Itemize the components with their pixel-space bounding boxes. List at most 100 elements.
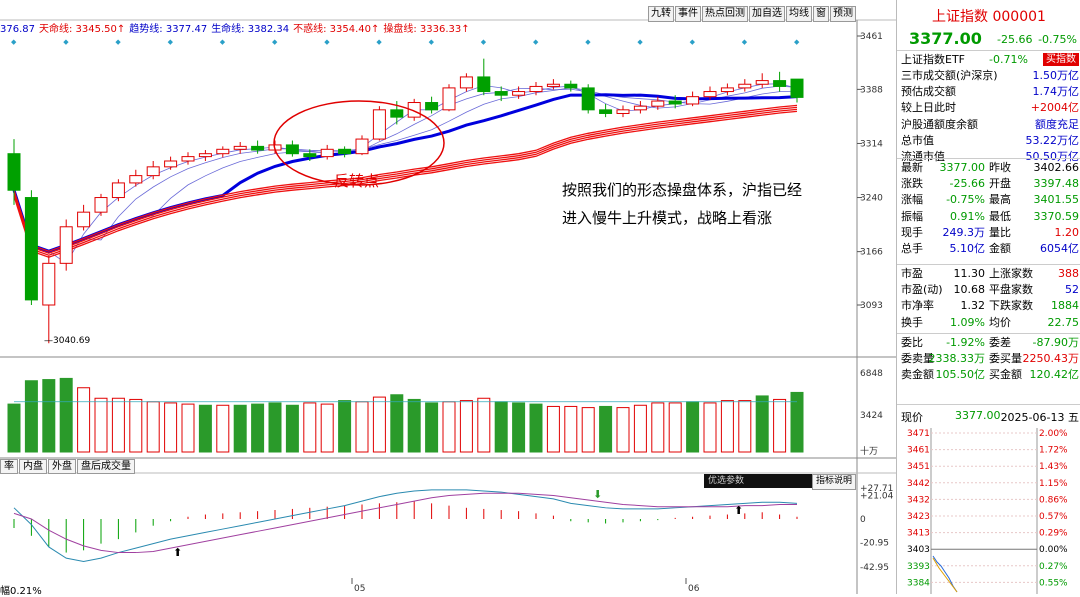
quote-value: 3377.00 — [939, 161, 986, 174]
intraday-right-label: 0.86% — [1039, 495, 1068, 505]
quote-row: 市盈(动) 10.68 平盘家数 52 — [897, 282, 1080, 298]
quote-label: 下跌家数 — [989, 299, 1033, 313]
toolbar-button[interactable]: 窗 — [813, 6, 829, 22]
intraday-chart[interactable]: 3471 2.00% 3461 1.72% 3451 1.43% 3442 1.15% 3432… — [897, 428, 1080, 594]
quote-row: 总市值 53.22万亿 — [897, 133, 1080, 149]
candle-body — [633, 105, 647, 111]
signal-marker: ◆ — [429, 38, 435, 46]
candle-body — [338, 148, 352, 155]
volume-axis-label: 3424 — [860, 411, 883, 421]
sell-arrow-icon: ⬇ — [593, 488, 602, 501]
candle-body — [164, 160, 178, 168]
signal-marker: ◆ — [324, 38, 330, 46]
indicator-help-button[interactable]: 指标说明 — [812, 474, 857, 490]
quote-row: 预估成交额 1.74万亿 — [897, 84, 1080, 100]
quote-row: 涨跌 -25.66 开盘 3397.48 — [897, 176, 1080, 192]
indicator-tab[interactable]: 率 — [0, 459, 18, 474]
signal-marker: ◆ — [11, 38, 17, 46]
volume-bar — [111, 397, 125, 453]
volume-bar — [24, 380, 38, 453]
quote-value: 388 — [1058, 267, 1079, 280]
quote-label: 量比 — [989, 225, 1011, 239]
quote-value: -0.75% — [946, 193, 985, 207]
candle-body — [564, 83, 578, 89]
candle-body — [198, 153, 212, 158]
indicator-tab[interactable]: 盘后成交量 — [77, 459, 135, 474]
kline-chart[interactable]: 3461 3388 3314 3240 3166 3093 ◆ ◆ ◆ ◆ ◆ ◆ ◆ ◆ ◆ ◆ ◆ ◆ ◆ ◆ ◆ ◆… — [0, 0, 896, 594]
price-axis-label: 3314 — [860, 139, 883, 149]
intraday-label: 现价 — [901, 411, 923, 424]
quote-value: 0.91% — [950, 209, 985, 223]
low-price-label: —3040.69 — [44, 336, 91, 346]
legend-item: 376.87 — [0, 24, 35, 35]
quote-label: 平盘家数 — [989, 283, 1033, 297]
candle-body — [720, 87, 734, 93]
volume-bar — [738, 400, 752, 453]
quote-value: 10.68 — [953, 283, 986, 297]
date-label: 05 — [354, 584, 365, 594]
candle-body — [668, 100, 682, 105]
signal-marker: ◆ — [690, 38, 696, 46]
toolbar-button[interactable]: 预测 — [830, 6, 856, 22]
indicator-tab[interactable]: 外盘 — [48, 459, 76, 474]
candle-body — [512, 91, 526, 96]
date-label: 06 — [688, 584, 700, 594]
candle-body — [442, 87, 456, 111]
quote-label: 最高 — [989, 193, 1011, 207]
candle-body — [181, 156, 195, 162]
macd-axis-label: 0 — [860, 515, 866, 525]
candle-body — [738, 83, 752, 89]
volume-bar — [512, 402, 526, 453]
volume-bar — [146, 401, 160, 453]
divider — [897, 50, 1080, 51]
indicator-tab[interactable]: 内盘 — [19, 459, 47, 474]
optimize-params-button[interactable]: 优选参数 — [704, 474, 814, 488]
bottom-left-value: 幅0.21% — [0, 586, 42, 597]
quote-value: 1.20 — [1054, 225, 1080, 239]
quote-value: 1.09% — [950, 315, 985, 329]
buy-arrow-icon: ⬆ — [173, 546, 182, 559]
volume-axis-label: 十万 — [860, 445, 878, 457]
toolbar-button[interactable]: 均线 — [786, 6, 812, 22]
intraday-left-label: 3451 — [907, 462, 930, 472]
volume-bar — [94, 397, 108, 453]
commentary-line-1: 按照我们的形态操盘体系，沪指已经 — [562, 181, 803, 199]
intraday-right-label: 0.27% — [1039, 562, 1068, 572]
toolbar-button[interactable]: 事件 — [675, 6, 701, 22]
last-price: 3377.00 — [909, 29, 982, 48]
quote-label: 最新 — [901, 161, 923, 174]
volume-bar — [268, 402, 282, 453]
intraday-right-label: 1.15% — [1039, 479, 1068, 489]
volume-bar — [233, 404, 247, 453]
quote-label: 涨幅 — [901, 193, 923, 207]
chart-area[interactable]: 3461 3388 3314 3240 3166 3093 ◆ ◆ ◆ ◆ ◆ ◆ ◆ ◆ ◆ ◆ ◆ ◆ ◆ ◆ ◆ ◆… — [0, 0, 896, 597]
reversal-label: 反转点 — [334, 172, 380, 190]
quote-label: 换手 — [901, 315, 923, 329]
volume-bar — [616, 407, 630, 453]
candle-body — [773, 80, 787, 87]
candle-body — [529, 85, 543, 93]
signal-marker: ◆ — [742, 38, 748, 46]
quote-value: -87.90万 — [1032, 336, 1079, 349]
candle-body — [216, 148, 230, 155]
volume-bar — [303, 402, 317, 453]
quote-row: 较上日此时 +2004亿 — [897, 100, 1080, 116]
quote-label: 振幅 — [901, 209, 923, 223]
macd-axis-label: -42.95 — [860, 563, 889, 573]
toolbar-button[interactable]: 加自选 — [749, 6, 785, 22]
quote-label: 总手 — [901, 242, 923, 255]
toolbar-button[interactable]: 热点回测 — [702, 6, 748, 22]
divider — [897, 264, 1080, 265]
candle-body — [233, 145, 247, 150]
toolbar-button[interactable]: 九转 — [648, 6, 674, 22]
quote-value: 1.50万亿 — [1032, 69, 1080, 82]
signal-marker: ◆ — [637, 38, 643, 46]
macd-axis-label: +21.04 — [860, 491, 894, 501]
quote-label: 市净率 — [901, 299, 934, 313]
quote-value: 11.30 — [953, 267, 986, 280]
volume-bar — [216, 404, 230, 453]
divider — [897, 333, 1080, 334]
buy-index-button[interactable]: 买指数 — [1043, 53, 1079, 66]
volume-bar — [372, 396, 386, 453]
etf-label[interactable]: 上证指数ETF — [901, 52, 965, 68]
